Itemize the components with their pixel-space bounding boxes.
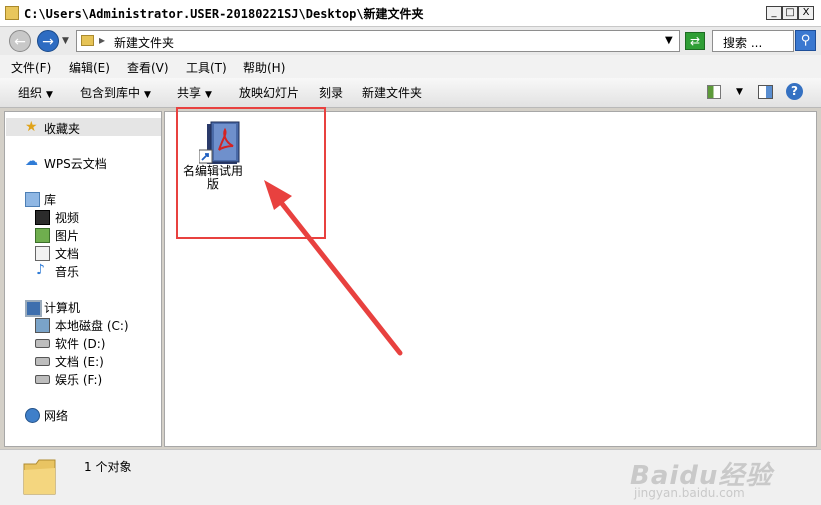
watermark-url: jingyan.baidu.com: [634, 486, 745, 500]
nav-drive-f-label: 娱乐 (F:): [55, 373, 103, 387]
forward-arrow-icon: →: [42, 34, 54, 50]
breadcrumb-current[interactable]: 新建文件夹: [114, 34, 174, 51]
system-drive-icon: [35, 318, 50, 333]
nav-computer-label: 计算机: [44, 301, 81, 315]
minimize-button[interactable]: _: [766, 6, 782, 20]
nav-network[interactable]: 网络: [5, 406, 155, 424]
search-button[interactable]: ⚲: [795, 30, 816, 51]
menu-edit[interactable]: 编辑(E): [69, 59, 110, 76]
folder-icon: [5, 6, 19, 20]
status-bar: 1 个对象 Baidu经验 jingyan.baidu.com: [0, 449, 821, 505]
address-row: ← → ▼ ▸ 新建文件夹 ▼ ⇄ 搜索 ... ⚲: [0, 27, 821, 55]
video-icon: [35, 210, 50, 225]
share-button[interactable]: 共享 ▼: [177, 84, 212, 101]
network-icon: [25, 408, 40, 423]
history-dropdown-icon[interactable]: ▼: [62, 36, 69, 46]
back-arrow-icon: ←: [14, 34, 26, 50]
refresh-button[interactable]: ⇄: [685, 32, 705, 50]
menu-view[interactable]: 查看(V): [127, 59, 169, 76]
nav-favorites[interactable]: ★ 收藏夹: [5, 119, 155, 137]
nav-drive-c-label: 本地磁盘 (C:): [55, 319, 129, 333]
refresh-icon: ⇄: [689, 34, 701, 48]
nav-library-documents[interactable]: 文档: [5, 244, 155, 262]
organize-label: 组织: [18, 86, 43, 100]
menu-help[interactable]: 帮助(H): [243, 59, 285, 76]
nav-libraries-label: 库: [44, 193, 57, 207]
navigation-pane: ★ 收藏夹 ☁ WPS云文档 库 视频 图片 文档 ♪ 音乐 计算机 本地磁盘 …: [4, 111, 162, 447]
nav-documents-label: 文档: [55, 247, 80, 261]
menu-file[interactable]: 文件(F): [11, 59, 51, 76]
nav-drive-f[interactable]: 娱乐 (F:): [5, 370, 155, 388]
computer-icon: [25, 300, 42, 317]
change-view-icon[interactable]: [707, 85, 721, 99]
cloud-icon: ☁: [25, 154, 38, 169]
command-bar: 组织 ▼ 包含到库中 ▼ 共享 ▼ 放映幻灯片 刻录 新建文件夹 ▼ ?: [0, 78, 821, 108]
close-button[interactable]: X: [798, 6, 814, 20]
nav-drive-c[interactable]: 本地磁盘 (C:): [5, 316, 155, 334]
help-icon[interactable]: ?: [786, 83, 803, 100]
include-library-button[interactable]: 包含到库中 ▼: [80, 84, 151, 101]
new-folder-button[interactable]: 新建文件夹: [362, 84, 422, 101]
nav-pictures-label: 图片: [55, 229, 80, 243]
nav-drive-e-label: 文档 (E:): [55, 355, 104, 369]
menu-tools[interactable]: 工具(T): [186, 59, 227, 76]
include-library-label: 包含到库中: [80, 86, 141, 100]
folder-icon: [81, 35, 94, 46]
search-placeholder: 搜索 ...: [723, 36, 763, 50]
back-button[interactable]: ←: [9, 30, 31, 52]
chevron-down-icon: ▼: [205, 90, 212, 100]
nav-libraries[interactable]: 库: [5, 190, 155, 208]
nav-drive-d[interactable]: 软件 (D:): [5, 334, 155, 352]
nav-drive-d-label: 软件 (D:): [55, 337, 106, 351]
picture-icon: [35, 228, 50, 243]
view-dropdown-icon[interactable]: ▼: [736, 87, 743, 97]
chevron-down-icon: ▼: [46, 90, 53, 100]
nav-wps-cloud[interactable]: ☁ WPS云文档: [5, 154, 155, 172]
search-icon: ⚲: [800, 33, 811, 48]
nav-library-videos[interactable]: 视频: [5, 208, 155, 226]
window-title: C:\Users\Administrator.USER-20180221SJ\D…: [24, 7, 424, 21]
document-icon: [35, 246, 50, 261]
item-count: 1 个对象: [84, 460, 132, 474]
highlight-annotation-box: [176, 107, 326, 239]
preview-pane-icon[interactable]: [758, 85, 773, 99]
burn-button[interactable]: 刻录: [319, 84, 343, 101]
nav-wps-cloud-label: WPS云文档: [44, 157, 107, 171]
organize-button[interactable]: 组织 ▼: [18, 84, 53, 101]
nav-network-label: 网络: [44, 409, 69, 423]
forward-button[interactable]: →: [37, 30, 59, 52]
music-note-icon: ♪: [36, 262, 45, 278]
nav-drive-e[interactable]: 文档 (E:): [5, 352, 155, 370]
slideshow-button[interactable]: 放映幻灯片: [239, 84, 299, 101]
folder-icon: [23, 459, 56, 495]
breadcrumb-chevron-icon[interactable]: ▸: [99, 33, 105, 47]
nav-music-label: 音乐: [55, 265, 80, 279]
nav-computer[interactable]: 计算机: [5, 298, 155, 317]
chevron-down-icon: ▼: [144, 90, 151, 100]
share-label: 共享: [177, 86, 202, 100]
search-input[interactable]: 搜索 ...: [712, 30, 794, 52]
address-bar[interactable]: ▸ 新建文件夹 ▼: [76, 30, 680, 52]
menu-bar: 文件(F) 编辑(E) 查看(V) 工具(T) 帮助(H): [0, 55, 821, 78]
nav-videos-label: 视频: [55, 211, 80, 225]
baidu-watermark: Baidu经验 jingyan.baidu.com: [630, 455, 815, 501]
nav-library-pictures[interactable]: 图片: [5, 226, 155, 244]
title-bar: C:\Users\Administrator.USER-20180221SJ\D…: [0, 0, 821, 27]
drive-icon: [35, 357, 50, 366]
drive-icon: [35, 375, 50, 384]
maximize-button[interactable]: □: [782, 6, 798, 20]
library-icon: [25, 192, 40, 207]
nav-favorites-label: 收藏夹: [44, 122, 81, 136]
drive-icon: [35, 339, 50, 348]
nav-library-music[interactable]: ♪ 音乐: [5, 262, 155, 280]
star-icon: ★: [25, 119, 38, 135]
address-dropdown-icon[interactable]: ▼: [665, 35, 673, 46]
